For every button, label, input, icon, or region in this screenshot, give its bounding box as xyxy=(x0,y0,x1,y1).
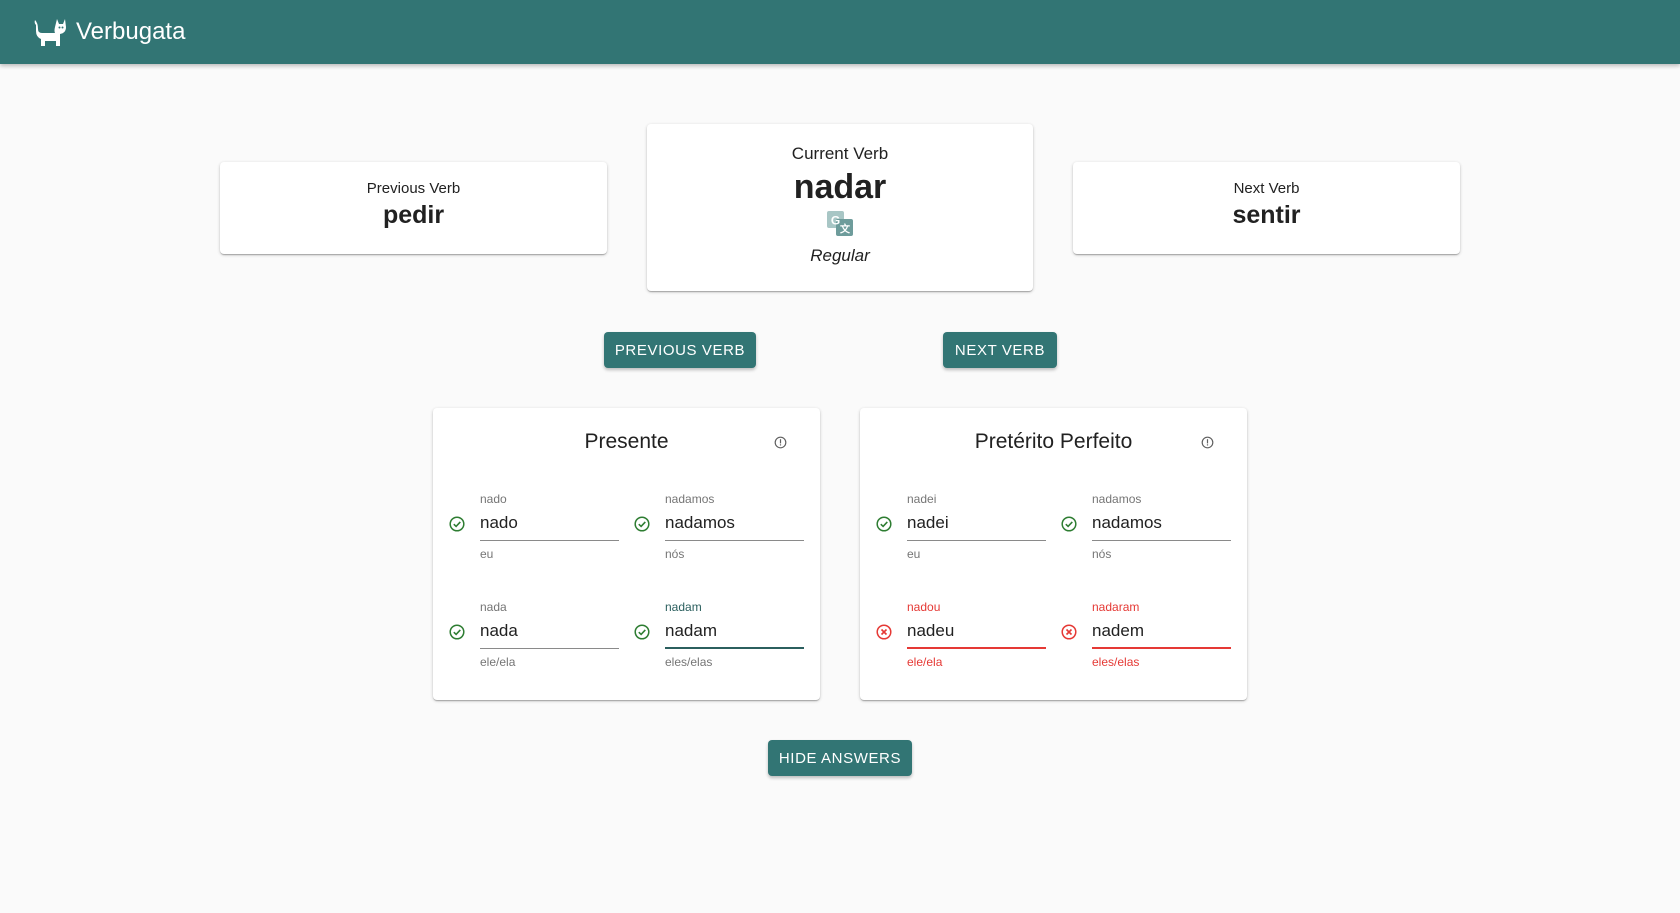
check-circle-icon xyxy=(634,516,650,532)
previous-verb-card: Previous Verb pedir xyxy=(220,162,607,254)
check-circle-icon xyxy=(634,624,650,640)
answer-label: nadamos xyxy=(1092,492,1142,506)
cat-icon xyxy=(34,19,66,46)
tense-title: Pretérito Perfeito xyxy=(974,430,1133,453)
answer-label: nadamos xyxy=(665,492,715,506)
conjugation-input[interactable] xyxy=(665,506,804,541)
app-title[interactable]: Verbugata xyxy=(76,18,185,46)
verb-type: Regular xyxy=(810,246,870,265)
conjugation-field-nos: nadamos nós xyxy=(634,492,804,572)
person-label: nós xyxy=(665,547,685,561)
next-verb-label: Next Verb xyxy=(1233,180,1300,197)
check-circle-icon xyxy=(449,624,465,640)
answer-label: nada xyxy=(480,600,507,614)
x-circle-icon xyxy=(876,624,892,640)
info-icon[interactable] xyxy=(774,436,787,449)
conjugation-input[interactable] xyxy=(1092,506,1231,541)
answer-label: nadei xyxy=(907,492,937,506)
svg-text:G: G xyxy=(831,214,840,228)
current-verb-label: Current Verb xyxy=(791,144,889,163)
x-circle-icon xyxy=(1061,624,1077,640)
check-circle-icon xyxy=(1061,516,1077,532)
conjugation-input[interactable] xyxy=(480,506,619,541)
check-circle-icon xyxy=(876,516,892,532)
previous-verb: pedir xyxy=(382,201,445,229)
answer-label: nadaram xyxy=(1092,600,1140,614)
hide-answers-button[interactable]: HIDE ANSWERS xyxy=(768,740,912,776)
previous-verb-button[interactable]: PREVIOUS VERB xyxy=(604,332,756,368)
conjugation-field-ele: nada ele/ela xyxy=(449,600,619,680)
answer-label: nadam xyxy=(665,600,702,614)
next-verb-card: Next Verb sentir xyxy=(1073,162,1460,254)
info-icon[interactable] xyxy=(1201,436,1214,449)
tense-card-preterito-perfeito: Pretérito Perfeito nadei eu nadamos nós … xyxy=(860,408,1247,700)
conjugation-input[interactable] xyxy=(480,614,619,649)
conjugation-input[interactable] xyxy=(1092,614,1231,649)
person-label: eles/elas xyxy=(665,655,713,669)
tense-title: Presente xyxy=(584,430,669,453)
person-label: ele/ela xyxy=(480,655,516,669)
conjugation-field-eu: nadei eu xyxy=(876,492,1046,572)
next-verb-button[interactable]: NEXT VERB xyxy=(943,332,1057,368)
svg-text:文: 文 xyxy=(840,223,851,236)
current-verb-card: Current Verb nadar G 文 Regular xyxy=(647,124,1033,291)
previous-verb-label: Previous Verb xyxy=(366,180,461,197)
person-label: eles/elas xyxy=(1092,655,1140,669)
google-translate-icon[interactable]: G 文 xyxy=(826,210,854,237)
current-verb: nadar xyxy=(793,168,887,206)
check-circle-icon xyxy=(449,516,465,532)
person-label: eu xyxy=(480,547,494,561)
conjugation-field-nos: nadamos nós xyxy=(1061,492,1231,572)
person-label: nós xyxy=(1092,547,1112,561)
conjugation-field-eles: nadaram eles/elas xyxy=(1061,600,1231,680)
conjugation-field-eu: nado eu xyxy=(449,492,619,572)
answer-label: nadou xyxy=(907,600,941,614)
next-verb: sentir xyxy=(1232,201,1301,229)
conjugation-input[interactable] xyxy=(907,614,1046,649)
tense-card-presente: Presente nado eu nadamos nós nada ele/el… xyxy=(433,408,820,700)
conjugation-input[interactable] xyxy=(907,506,1046,541)
conjugation-field-eles: nadam eles/elas xyxy=(634,600,804,680)
app-bar: Verbugata xyxy=(0,0,1680,64)
conjugation-input[interactable] xyxy=(665,614,804,649)
answer-label: nado xyxy=(480,492,507,506)
person-label: ele/ela xyxy=(907,655,943,669)
person-label: eu xyxy=(907,547,921,561)
conjugation-field-ele: nadou ele/ela xyxy=(876,600,1046,680)
